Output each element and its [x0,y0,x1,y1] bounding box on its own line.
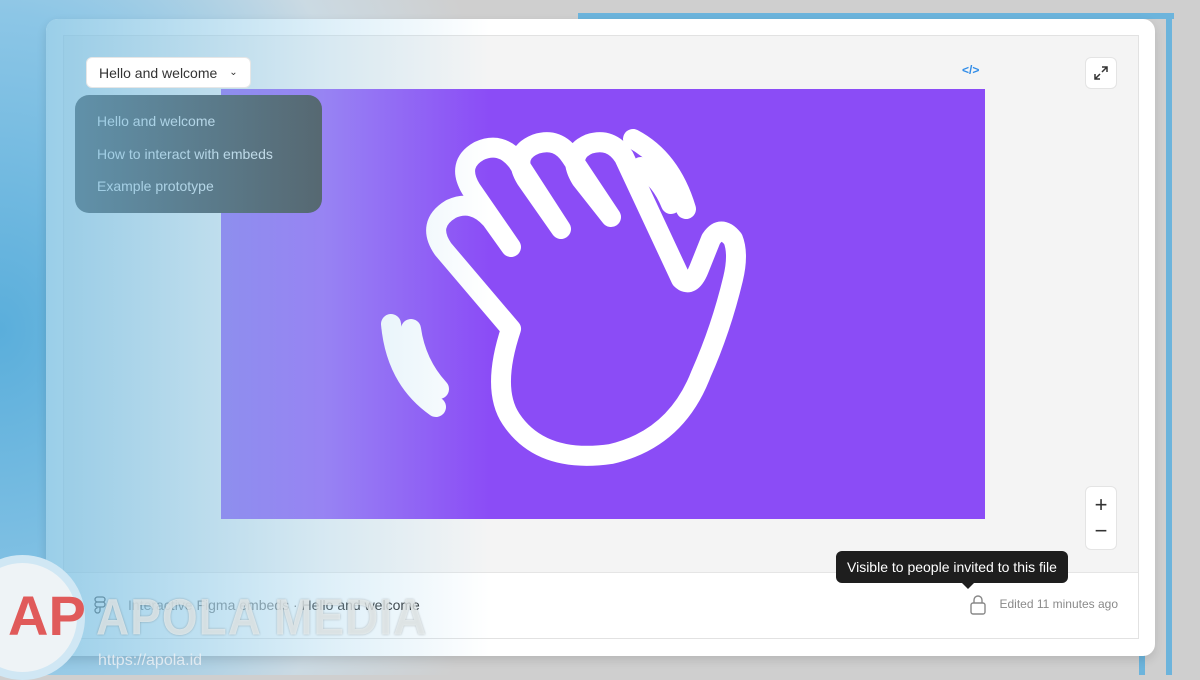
page-menu: Hello and welcome How to interact with e… [75,95,322,213]
visibility-tooltip: Visible to people invited to this file [836,551,1068,589]
expand-icon [1094,66,1108,80]
watermark-logo-text: AP [8,584,86,647]
code-embed-icon[interactable]: </> [962,63,979,77]
expand-button[interactable] [1085,57,1117,89]
menu-item-interact[interactable]: How to interact with embeds [97,138,300,171]
lock-icon[interactable] [970,594,986,615]
zoom-in-button[interactable]: + [1095,492,1108,518]
embed-viewer: Hello and welcome ⌄ Hello and welcome Ho… [63,35,1139,639]
edited-timestamp: Edited 11 minutes ago [999,597,1118,611]
page-selector-dropdown[interactable]: Hello and welcome ⌄ [86,57,251,88]
embed-card: Hello and welcome ⌄ Hello and welcome Ho… [46,19,1155,656]
menu-item-prototype[interactable]: Example prototype [97,170,300,203]
page-selector-label: Hello and welcome [99,64,218,81]
menu-item-hello[interactable]: Hello and welcome [97,105,300,138]
watermark-brand: APOLA MEDIA [96,588,428,646]
chevron-down-icon: ⌄ [229,67,238,78]
decor-line [1166,13,1172,675]
zoom-controls: + − [1085,486,1117,550]
zoom-out-button[interactable]: − [1095,518,1108,544]
canvas-frame[interactable] [221,89,985,519]
watermark-url: https://apola.id [98,652,203,669]
waving-hand-icon [381,129,746,466]
